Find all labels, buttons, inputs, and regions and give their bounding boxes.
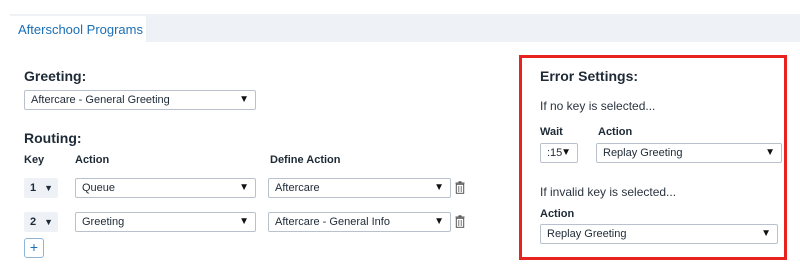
- caret-down-icon: ▼: [239, 216, 249, 227]
- routing-heading: Routing:: [24, 130, 82, 146]
- no-key-note: If no key is selected...: [540, 99, 656, 113]
- define-action-select-value: Aftercare - General Info: [275, 216, 390, 228]
- caret-down-icon: ▼: [561, 147, 571, 158]
- invalid-action-select[interactable]: Replay Greeting ▼: [540, 224, 778, 244]
- error-settings-heading: Error Settings:: [540, 68, 639, 84]
- key-column-header: Key: [24, 154, 45, 166]
- greeting-heading: Greeting:: [24, 68, 87, 84]
- wait-select-value: :15: [547, 147, 563, 159]
- define-action-select-row-1[interactable]: Aftercare ▼: [268, 178, 451, 198]
- key-select-row-1[interactable]: 1 ▼: [24, 178, 58, 198]
- key-value: 2: [30, 216, 37, 228]
- caret-down-icon: ▼: [761, 228, 771, 239]
- no-key-action-label: Action: [598, 126, 633, 138]
- action-select-value: Queue: [82, 182, 116, 194]
- greeting-select-value: Aftercare - General Greeting: [31, 94, 170, 106]
- action-select-value: Greeting: [82, 216, 125, 228]
- action-select-row-2[interactable]: Greeting ▼: [75, 212, 256, 232]
- add-route-button[interactable]: +: [24, 238, 44, 258]
- define-action-column-header: Define Action: [270, 154, 341, 166]
- tab-afterschool-programs[interactable]: Afterschool Programs: [10, 16, 146, 42]
- caret-down-icon: ▼: [239, 94, 249, 105]
- action-select-row-1[interactable]: Queue ▼: [75, 178, 256, 198]
- ivr-settings-page: Afterschool Programs Greeting: Aftercare…: [0, 0, 800, 280]
- define-action-select-row-2[interactable]: Aftercare - General Info ▼: [268, 212, 451, 232]
- caret-down-icon: ▼: [239, 182, 249, 193]
- caret-down-icon: ▼: [434, 182, 444, 193]
- tab-strip: Afterschool Programs: [10, 14, 800, 42]
- wait-select[interactable]: :15 ▼: [540, 143, 578, 163]
- plus-icon: +: [29, 239, 39, 255]
- caret-down-icon: ▼: [44, 217, 53, 227]
- action-column-header: Action: [75, 154, 110, 166]
- no-key-action-value: Replay Greeting: [603, 147, 683, 159]
- caret-down-icon: ▼: [434, 216, 444, 227]
- invalid-action-value: Replay Greeting: [547, 228, 627, 240]
- caret-down-icon: ▼: [44, 183, 53, 193]
- wait-label: Wait: [540, 126, 563, 138]
- key-select-row-2[interactable]: 2 ▼: [24, 212, 58, 232]
- greeting-select[interactable]: Aftercare - General Greeting ▼: [24, 90, 256, 110]
- define-action-select-value: Aftercare: [275, 182, 320, 194]
- invalid-key-note: If invalid key is selected...: [540, 185, 677, 199]
- key-value: 1: [30, 182, 37, 194]
- caret-down-icon: ▼: [765, 147, 775, 158]
- trash-icon[interactable]: [455, 181, 465, 194]
- no-key-action-select[interactable]: Replay Greeting ▼: [596, 143, 782, 163]
- trash-icon[interactable]: [455, 215, 465, 228]
- invalid-action-label: Action: [540, 208, 575, 220]
